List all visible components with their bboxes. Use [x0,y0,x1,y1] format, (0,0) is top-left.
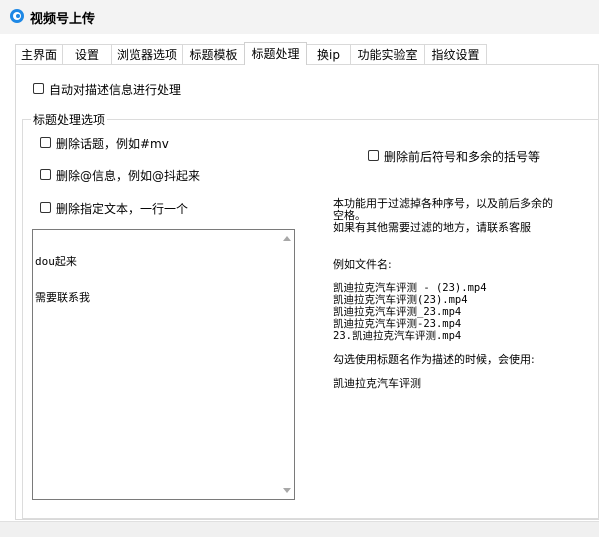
info-line-1: 本功能用于过滤掉各种序号，以及前后多余的 [333,197,553,210]
tab-change-ip[interactable]: 换ip [306,44,351,64]
info-line-3: 如果有其他需要过滤的地方，请联系客服 [333,221,531,234]
example-filename: 23.凯迪拉克汽车评测.mp4 [333,330,462,342]
remove-topic-label: 删除话题，例如#mv [56,137,169,151]
app-logo-icon [10,9,24,23]
textarea-line: 需要联系我 [35,291,90,304]
tab-strip: 主界面 设置 浏览器选项 标题模板 标题处理 换ip 功能实验室 指纹设置 [15,42,599,65]
tab-fingerprint-settings[interactable]: 指纹设置 [424,44,487,64]
tab-title-template[interactable]: 标题模板 [182,44,245,64]
remove-mention-checkbox[interactable] [40,169,51,180]
tab-feature-lab[interactable]: 功能实验室 [350,44,425,64]
tab-settings[interactable]: 设置 [62,44,112,64]
tab-main[interactable]: 主界面 [15,44,63,64]
group-title: 标题处理选项 [31,111,108,128]
example-filename: 凯迪拉克汽车评测 - (23).mp4 [333,282,487,294]
remove-mention-label: 删除@信息，例如@抖起来 [56,169,201,183]
usage-result: 凯迪拉克汽车评测 [333,377,421,390]
remove-brackets-label: 删除前后符号和多余的括号等 [384,150,541,164]
example-filename: 凯迪拉克汽车评测_23.mp4 [333,306,462,318]
scroll-up-arrow-icon[interactable] [283,236,291,241]
remove-text-label: 删除指定文本，一行一个 [56,202,189,216]
scroll-down-arrow-icon[interactable] [283,488,291,493]
remove-topic-checkbox[interactable] [40,137,51,148]
status-bar [0,521,599,537]
remove-brackets-checkbox[interactable] [368,150,379,161]
example-heading: 例如文件名: [333,258,392,271]
textarea-line: dou起来 [35,255,77,268]
remove-text-input[interactable]: dou起来 需要联系我 [32,229,295,500]
tab-browser-options[interactable]: 浏览器选项 [111,44,183,64]
example-filename: 凯迪拉克汽车评测-23.mp4 [333,318,462,330]
title-bar: 视频号上传 [0,0,599,34]
window-title: 视频号上传 [30,12,96,27]
auto-process-label: 自动对描述信息进行处理 [49,83,182,97]
example-filename: 凯迪拉克汽车评测(23).mp4 [333,294,468,306]
tab-title-processing[interactable]: 标题处理 [244,42,307,65]
usage-note: 勾选使用标题名作为描述的时候，会使用: [333,353,535,366]
auto-process-checkbox[interactable] [33,83,44,94]
remove-text-checkbox[interactable] [40,202,51,213]
